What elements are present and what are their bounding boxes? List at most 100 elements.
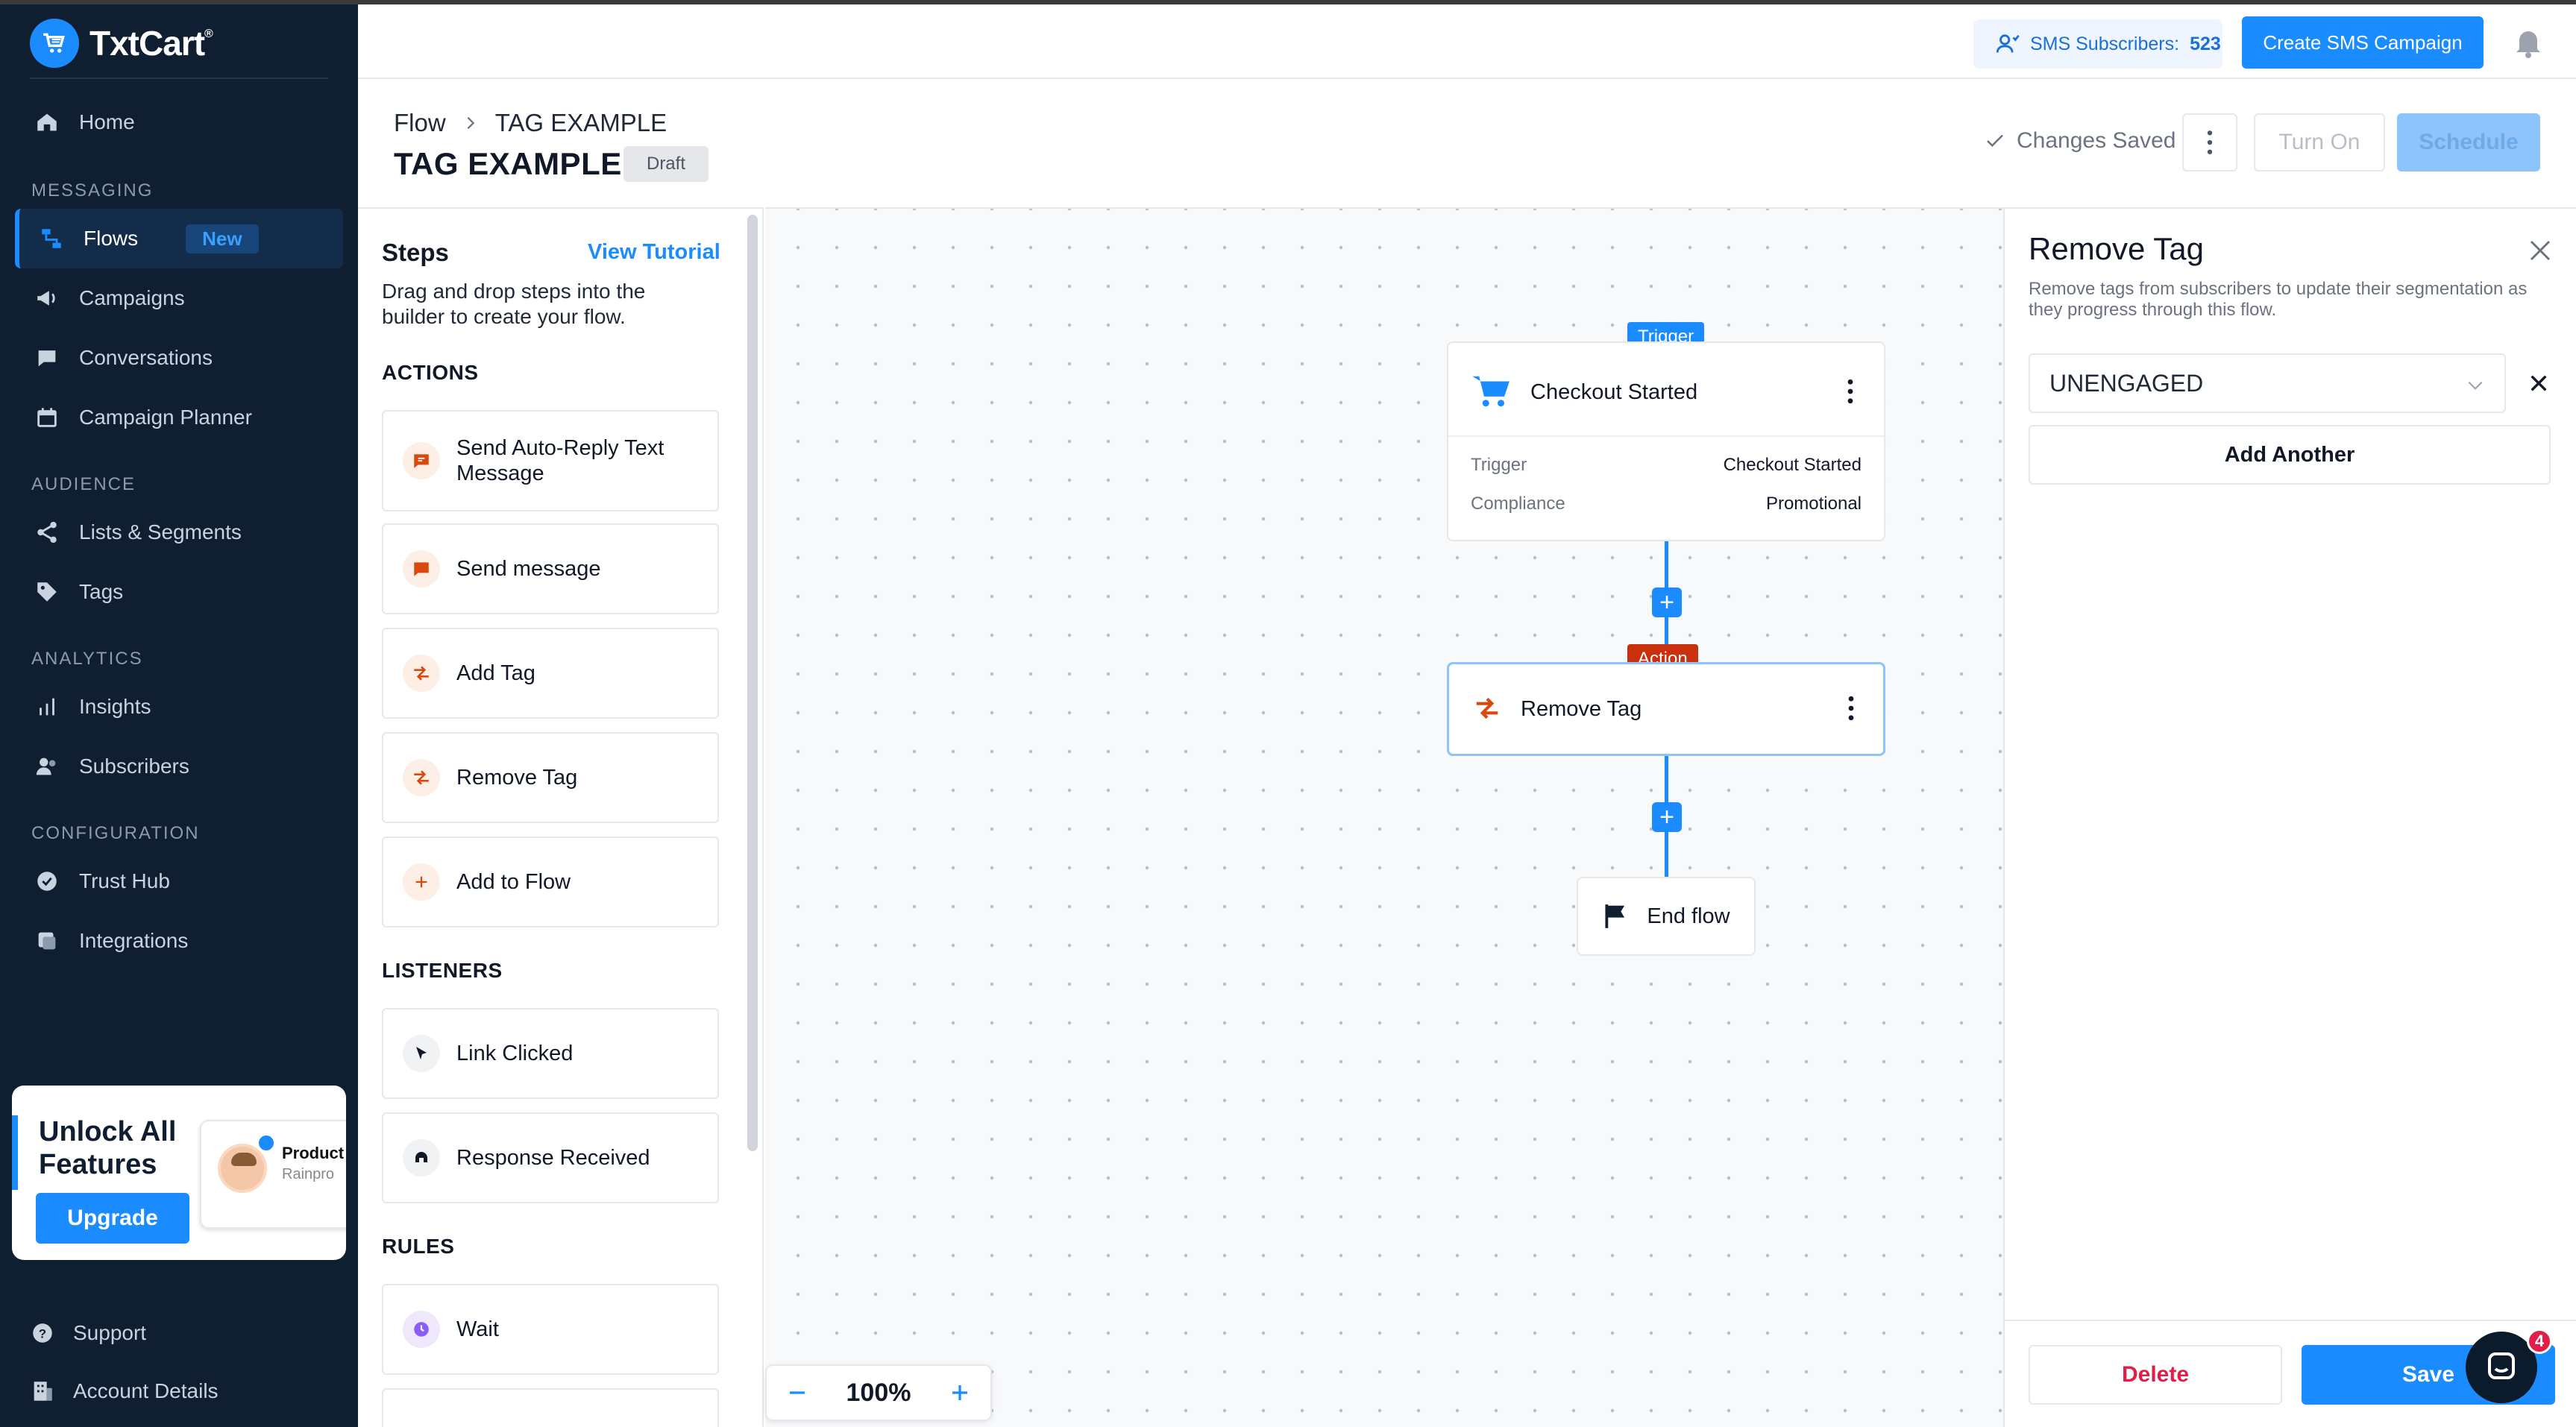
step-card-label: Link Clicked bbox=[456, 1041, 574, 1065]
user-icon bbox=[1996, 34, 2020, 53]
action-node-remove-tag[interactable]: Remove Tag bbox=[1447, 662, 1885, 756]
step-card-link-clicked[interactable]: Link Clicked bbox=[382, 1008, 719, 1099]
sidebar-item-label: Insights bbox=[79, 695, 151, 718]
feature-preview: Product Rainpro bbox=[200, 1120, 346, 1229]
rules-section-title: RULES bbox=[382, 1235, 455, 1258]
panel-title: Remove Tag bbox=[2029, 231, 2205, 266]
sidebar-item-campaigns[interactable]: Campaigns bbox=[15, 268, 343, 328]
step-card-response-received[interactable]: Response Received bbox=[382, 1112, 719, 1203]
tag-select-value: UNENGAGED bbox=[2049, 369, 2204, 397]
cursor-icon bbox=[403, 1035, 440, 1072]
step-card-wait[interactable]: Wait bbox=[382, 1284, 719, 1375]
save-status-text: Changes Saved bbox=[2017, 128, 2176, 153]
upgrade-accent-bar bbox=[12, 1115, 18, 1190]
sidebar-item-label: Campaign Planner bbox=[79, 406, 252, 429]
unread-count-badge: 4 bbox=[2527, 1329, 2552, 1354]
view-tutorial-link[interactable]: View Tutorial bbox=[588, 240, 720, 265]
sms-subscribers-indicator[interactable]: SMS Subscribers: 523 bbox=[1973, 19, 2222, 69]
kebab-icon[interactable] bbox=[1847, 379, 1854, 404]
step-card-add-to-flow[interactable]: Add to Flow bbox=[382, 837, 719, 927]
app-logo[interactable]: TxtCart® bbox=[30, 19, 213, 68]
steps-panel: Steps View Tutorial Drag and drop steps … bbox=[358, 207, 764, 1427]
cart-logo-icon bbox=[30, 19, 79, 68]
tag-swap-icon bbox=[403, 759, 440, 796]
breadcrumb-flow-link[interactable]: Flow bbox=[394, 109, 446, 137]
zoom-in-button[interactable] bbox=[949, 1382, 971, 1404]
sidebar-item-conversations[interactable]: Conversations bbox=[15, 328, 343, 388]
step-card-label: Send Auto-Reply Text Message bbox=[456, 436, 665, 485]
share-icon bbox=[37, 521, 57, 544]
step-card-label: Remove Tag bbox=[456, 765, 578, 790]
sidebar-item-label: Tags bbox=[79, 580, 124, 603]
save-status: Changes Saved bbox=[1984, 128, 2176, 154]
sidebar-item-insights[interactable]: Insights bbox=[15, 677, 343, 737]
sidebar-item-integrations[interactable]: Integrations bbox=[15, 911, 343, 971]
sidebar-item-label: Support bbox=[73, 1321, 147, 1344]
create-sms-campaign-button[interactable]: Create SMS Campaign bbox=[2242, 16, 2484, 69]
section-analytics: ANALYTICS bbox=[31, 649, 143, 669]
message-icon bbox=[403, 550, 440, 588]
step-card-remove-tag[interactable]: Remove Tag bbox=[382, 732, 719, 823]
avatar bbox=[218, 1144, 267, 1193]
zoom-out-button[interactable] bbox=[786, 1382, 808, 1404]
tag-select[interactable]: UNENGAGED bbox=[2029, 353, 2506, 413]
sidebar-item-label: Account Details bbox=[73, 1379, 219, 1402]
step-card-send-auto-reply[interactable]: Send Auto-Reply Text Message bbox=[382, 410, 719, 511]
clock-icon bbox=[403, 1311, 440, 1348]
step-card-send-message[interactable]: Send message bbox=[382, 523, 719, 614]
section-messaging: MESSAGING bbox=[31, 180, 154, 201]
schedule-button[interactable]: Schedule bbox=[2397, 113, 2540, 171]
sidebar-item-campaign-planner[interactable]: Campaign Planner bbox=[15, 388, 343, 447]
upgrade-title: Unlock All Features bbox=[39, 1116, 177, 1180]
message-icon bbox=[403, 442, 440, 479]
trigger-node[interactable]: Checkout Started Trigger Checkout Starte… bbox=[1447, 341, 1885, 541]
integrations-icon bbox=[38, 932, 56, 950]
steps-scrollbar[interactable] bbox=[747, 215, 758, 1151]
more-options-button[interactable] bbox=[2182, 113, 2237, 171]
sidebar-item-label: Home bbox=[79, 110, 135, 133]
add-step-plus-button[interactable]: + bbox=[1652, 588, 1682, 617]
sidebar-item-support[interactable]: ? Support bbox=[15, 1305, 343, 1361]
kebab-icon bbox=[2207, 130, 2213, 154]
bell-icon[interactable] bbox=[2510, 24, 2546, 60]
sidebar-item-label: Flows bbox=[84, 227, 139, 250]
breadcrumb-current: TAG EXAMPLE bbox=[494, 109, 667, 136]
add-another-button[interactable]: Add Another bbox=[2029, 425, 2551, 485]
verified-badge-icon bbox=[257, 1133, 276, 1153]
actions-section-title: ACTIONS bbox=[382, 361, 479, 384]
preview-name: Product bbox=[282, 1144, 345, 1162]
trademark: ® bbox=[204, 28, 213, 40]
step-card-add-tag[interactable]: Add Tag bbox=[382, 628, 719, 719]
close-icon[interactable] bbox=[2527, 237, 2554, 264]
sidebar-item-flows[interactable]: Flows New bbox=[15, 209, 343, 268]
step-card-label: Wait bbox=[456, 1317, 499, 1341]
sidebar-item-account-details[interactable]: Account Details bbox=[15, 1363, 343, 1420]
zoom-level: 100% bbox=[846, 1378, 911, 1407]
sidebar-item-label: Campaigns bbox=[79, 286, 185, 309]
sidebar-item-tags[interactable]: Tags bbox=[15, 562, 343, 622]
step-card-partial[interactable] bbox=[382, 1388, 719, 1427]
flow-canvas[interactable]: Trigger Checkout Started Trigger Checkou… bbox=[765, 207, 2003, 1427]
sidebar-item-label: Trust Hub bbox=[79, 869, 170, 892]
trigger-row-label: Trigger bbox=[1471, 455, 1527, 475]
kebab-icon[interactable] bbox=[1847, 696, 1855, 721]
turn-on-button[interactable]: Turn On bbox=[2254, 113, 2385, 171]
add-step-plus-button[interactable]: + bbox=[1652, 802, 1682, 832]
tag-swap-icon bbox=[1476, 697, 1498, 719]
bar-chart-icon bbox=[40, 698, 54, 716]
delete-button[interactable]: Delete bbox=[2029, 1345, 2282, 1405]
flows-icon bbox=[42, 229, 61, 248]
end-flow-node[interactable]: End flow bbox=[1577, 877, 1756, 956]
sidebar-item-subscribers[interactable]: Subscribers bbox=[15, 737, 343, 796]
remove-tag-x-icon[interactable] bbox=[2527, 371, 2551, 395]
sidebar-item-home[interactable]: Home bbox=[15, 92, 343, 152]
building-icon bbox=[34, 1382, 52, 1401]
listeners-section-title: LISTENERS bbox=[382, 959, 503, 982]
breadcrumb: Flow TAG EXAMPLE bbox=[394, 109, 667, 137]
sidebar-item-lists-segments[interactable]: Lists & Segments bbox=[15, 503, 343, 562]
upgrade-button[interactable]: Upgrade bbox=[36, 1193, 189, 1244]
sidebar-item-trust-hub[interactable]: Trust Hub bbox=[15, 851, 343, 911]
new-badge: New bbox=[186, 224, 259, 253]
zoom-control: 100% bbox=[765, 1364, 992, 1421]
end-flow-label: End flow bbox=[1647, 904, 1730, 928]
